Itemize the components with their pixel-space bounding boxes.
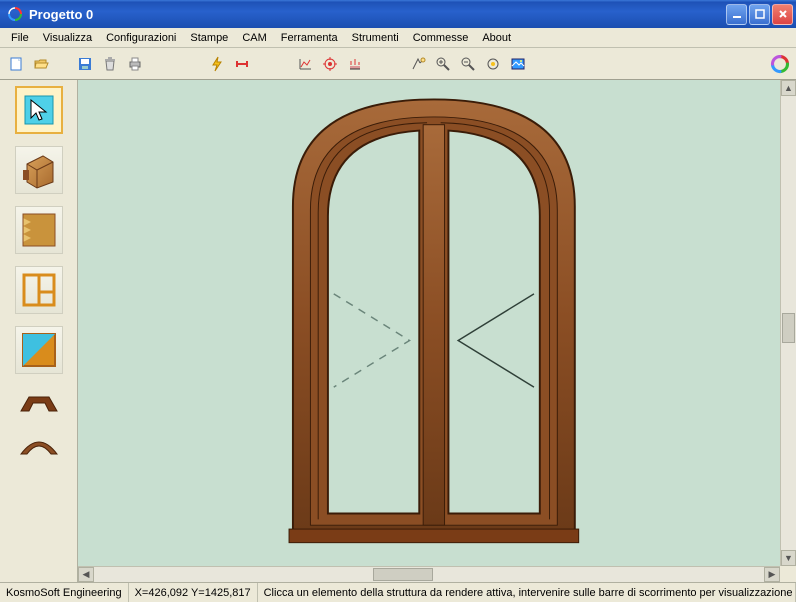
target-icon [322,56,338,72]
zoom-out-button[interactable] [456,52,480,76]
menu-configurazioni[interactable]: Configurazioni [99,30,183,46]
photo-icon [510,56,526,72]
scroll-right-arrow[interactable]: ▶ [764,567,780,582]
flash-icon [209,56,225,72]
sidebar-tool-wood3d[interactable] [15,146,63,194]
print-icon [127,56,143,72]
app-logo-icon [770,54,790,74]
arch-segment-icon [17,389,61,415]
lamp-button[interactable] [406,52,430,76]
target-button[interactable] [318,52,342,76]
scroll-down-arrow[interactable]: ▼ [781,550,796,566]
scroll-left-arrow[interactable]: ◀ [78,567,94,582]
close-button[interactable] [772,4,793,25]
print-button[interactable] [123,52,147,76]
zigzag-wood-icon [19,210,59,250]
cursor-icon [22,93,56,127]
sidebar-tool-curve[interactable] [15,430,63,462]
trash-icon [102,56,118,72]
menu-ferramenta[interactable]: Ferramenta [274,30,345,46]
maximize-button[interactable] [749,4,770,25]
status-coords: X=426,092 Y=1425,817 [129,583,258,602]
toolbar [0,48,796,80]
align-button[interactable] [343,52,367,76]
new-doc-icon [8,56,24,72]
menu-strumenti[interactable]: Strumenti [345,30,406,46]
app-icon [7,6,23,22]
vertical-scrollbar[interactable]: ▲ ▼ [780,80,796,566]
menu-visualizza[interactable]: Visualizza [36,30,99,46]
new-doc-button[interactable] [4,52,28,76]
open-folder-icon [33,56,49,72]
sidebar-tool-select[interactable] [15,86,63,134]
canvas[interactable] [78,80,780,566]
zoom-in-button[interactable] [431,52,455,76]
lamp-icon [410,56,426,72]
photo-button[interactable] [506,52,530,76]
window-drawing [78,80,780,566]
status-vendor: KosmoSoft Engineering [0,583,129,602]
sidebar-tool-material[interactable] [15,326,63,374]
curve-arch-icon [17,434,61,458]
scroll-up-arrow[interactable]: ▲ [781,80,796,96]
flash-button[interactable] [205,52,229,76]
sidebar-tool-arch[interactable] [15,386,63,418]
menu-file[interactable]: File [4,30,36,46]
titlebar: Progetto 0 [0,0,796,28]
scroll-v-thumb[interactable] [782,313,795,343]
sidebar-tool-zigzag[interactable] [15,206,63,254]
graph-icon [297,56,313,72]
align-icon [347,56,363,72]
statusbar: KosmoSoft Engineering X=426,092 Y=1425,8… [0,582,796,602]
sidebar-tool-layout[interactable] [15,266,63,314]
canvas-area: ▲ ▼ ◀ ▶ [78,80,796,582]
hmeasure-icon [234,56,250,72]
hmeasure-button[interactable] [230,52,254,76]
zoom-out-icon [460,56,476,72]
menu-stampe[interactable]: Stampe [183,30,235,46]
zoom-fit-button[interactable] [481,52,505,76]
graph-button[interactable] [293,52,317,76]
menu-cam[interactable]: CAM [235,30,273,46]
wood-block-icon [19,150,59,190]
sidebar [0,80,78,582]
save-button[interactable] [73,52,97,76]
app-logo-button[interactable] [768,52,792,76]
delete-button[interactable] [98,52,122,76]
zoom-in-icon [435,56,451,72]
material-icon [19,330,59,370]
window-layout-icon [19,270,59,310]
open-button[interactable] [29,52,53,76]
save-icon [77,56,93,72]
status-hint: Clicca un elemento della struttura da re… [258,583,796,602]
scroll-h-thumb[interactable] [373,568,433,581]
menubar: File Visualizza Configurazioni Stampe CA… [0,28,796,48]
menu-commesse[interactable]: Commesse [406,30,476,46]
zoom-fit-icon [485,56,501,72]
window-title: Progetto 0 [27,7,726,22]
horizontal-scrollbar[interactable]: ◀ ▶ [78,566,780,582]
menu-about[interactable]: About [475,30,518,46]
minimize-button[interactable] [726,4,747,25]
window-buttons [726,4,793,25]
